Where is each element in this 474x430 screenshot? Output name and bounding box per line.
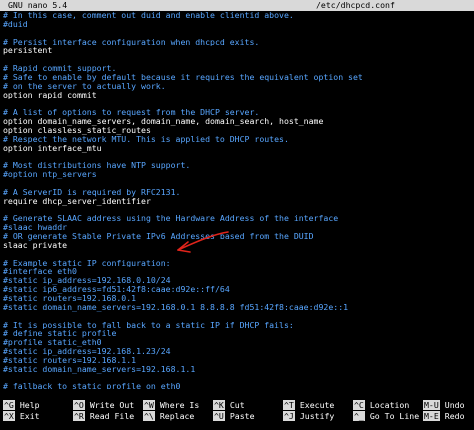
editor-line[interactable]: option interface_mtu bbox=[3, 144, 471, 153]
shortcut-execute[interactable]: ^T Execute bbox=[283, 400, 334, 410]
shortcut-label: Paste bbox=[229, 411, 255, 421]
shortcut-label: Justify bbox=[299, 411, 335, 421]
shortcut-write-out[interactable]: ^O Write Out bbox=[73, 400, 134, 410]
shortcut-label: Where Is bbox=[159, 400, 200, 410]
editor-line[interactable]: persistent bbox=[3, 46, 471, 55]
editor-line[interactable]: #static ip_address=192.168.0.10/24 bbox=[3, 276, 471, 285]
editor-line[interactable]: # Generate SLAAC address using the Hardw… bbox=[3, 214, 471, 223]
shortcut-key: ^W bbox=[143, 400, 155, 410]
shortcut-key: M-E bbox=[423, 411, 440, 421]
editor-line[interactable]: require dhcp_server_identifier bbox=[3, 197, 471, 206]
editor-text-area[interactable]: # In this case, comment out duid and ena… bbox=[3, 11, 471, 389]
editor-line[interactable]: option rapid_commit bbox=[3, 91, 471, 100]
editor-line[interactable]: # OR generate Stable Private IPv6 Addres… bbox=[3, 232, 471, 241]
shortcut-key: ^_ bbox=[353, 411, 365, 421]
shortcut-read-file[interactable]: ^R Read File bbox=[73, 411, 134, 421]
editor-line[interactable]: #static domain_name_servers=192.168.0.1 … bbox=[3, 303, 471, 312]
shortcut-undo[interactable]: M-U Undo bbox=[423, 400, 465, 410]
shortcut-key: ^O bbox=[73, 400, 85, 410]
editor-line[interactable]: # A list of options to request from the … bbox=[3, 108, 471, 117]
shortcut-exit[interactable]: ^X Exit bbox=[3, 411, 40, 421]
file-path: /etc/dhcpcd.conf bbox=[316, 0, 395, 10]
shortcut-key: ^K bbox=[213, 400, 225, 410]
editor-line[interactable]: #static routers=192.168.1.1 bbox=[3, 356, 471, 365]
editor-line[interactable]: # Persist interface configuration when d… bbox=[3, 38, 471, 47]
editor-line[interactable]: option domain_name_servers, domain_name,… bbox=[3, 117, 471, 126]
shortcut-label: Redo bbox=[444, 411, 465, 421]
shortcut-justify[interactable]: ^J Justify bbox=[283, 411, 334, 421]
shortcut-paste[interactable]: ^U Paste bbox=[213, 411, 255, 421]
shortcut-go-to-line[interactable]: ^_ Go To Line bbox=[353, 411, 419, 421]
shortcut-key: ^C bbox=[353, 400, 365, 410]
red-arrow-icon bbox=[177, 231, 229, 253]
shortcut-label: Read File bbox=[89, 411, 135, 421]
shortcut-label: Help bbox=[19, 400, 40, 410]
shortcut-replace[interactable]: ^\ Replace bbox=[143, 411, 194, 421]
shortcut-key: M-U bbox=[423, 400, 440, 410]
shortcut-cut[interactable]: ^K Cut bbox=[213, 400, 245, 410]
shortcut-key: ^X bbox=[3, 411, 15, 421]
editor-line[interactable]: # Most distributions have NTP support. bbox=[3, 161, 471, 170]
shortcut-location[interactable]: ^C Location bbox=[353, 400, 409, 410]
shortcut-where-is[interactable]: ^W Where Is bbox=[143, 400, 199, 410]
editor-line[interactable]: # on the server to actually work. bbox=[3, 82, 471, 91]
shortcut-label: Execute bbox=[299, 400, 335, 410]
shortcut-label: Undo bbox=[444, 400, 465, 410]
editor-line[interactable] bbox=[3, 312, 471, 321]
editor-line[interactable]: # define static profile bbox=[3, 329, 471, 338]
editor-line[interactable]: #slaac hwaddr bbox=[3, 223, 471, 232]
shortcut-redo[interactable]: M-E Redo bbox=[423, 411, 465, 421]
editor-line[interactable]: #profile static_eth0 bbox=[3, 338, 471, 347]
editor-line[interactable]: option classless_static_routes bbox=[3, 126, 471, 135]
editor-line[interactable]: # In this case, comment out duid and ena… bbox=[3, 11, 471, 20]
shortcut-key: ^\ bbox=[143, 411, 155, 421]
shortcut-label: Go To Line bbox=[369, 411, 420, 421]
shortcut-label: Location bbox=[369, 400, 410, 410]
shortcut-label: Replace bbox=[159, 411, 195, 421]
editor-line[interactable]: # It is possible to fall back to a stati… bbox=[3, 321, 471, 330]
shortcut-help[interactable]: ^G Help bbox=[3, 400, 40, 410]
shortcut-label: Cut bbox=[229, 400, 245, 410]
shortcut-label: Write Out bbox=[89, 400, 135, 410]
editor-line[interactable]: #duid bbox=[3, 20, 471, 29]
app-title: GNU nano 5.4 bbox=[8, 0, 68, 10]
editor-line[interactable] bbox=[3, 206, 471, 215]
editor-line[interactable]: # fallback to static profile on eth0 bbox=[3, 382, 471, 389]
shortcut-key: ^G bbox=[3, 400, 15, 410]
editor-line[interactable]: #static domain_name_servers=192.168.1.1 bbox=[3, 365, 471, 374]
editor-line[interactable]: #option ntp_servers bbox=[3, 170, 471, 179]
editor-line[interactable] bbox=[3, 99, 471, 108]
editor-line[interactable]: # Safe to enable by default because it r… bbox=[3, 73, 471, 82]
shortcut-key: ^J bbox=[283, 411, 295, 421]
title-bar: GNU nano 5.4 /etc/dhcpcd.conf bbox=[0, 0, 474, 11]
editor-line[interactable] bbox=[3, 250, 471, 259]
shortcut-bar: ^G Help ^X Exit ^O Write Out ^R Read File ^W Wher… bbox=[0, 400, 474, 430]
editor-line[interactable] bbox=[3, 29, 471, 38]
editor-line[interactable]: #static ip6_address=fd51:42f8:caae:d92e:… bbox=[3, 285, 471, 294]
editor-line[interactable] bbox=[3, 179, 471, 188]
shortcut-label: Exit bbox=[19, 411, 40, 421]
editor-line[interactable]: # Rapid commit support. bbox=[3, 64, 471, 73]
shortcut-key: ^T bbox=[283, 400, 295, 410]
editor-line[interactable]: #static ip_address=192.168.1.23/24 bbox=[3, 347, 471, 356]
editor-line[interactable]: #interface eth0 bbox=[3, 267, 471, 276]
editor-line[interactable]: slaac private bbox=[3, 241, 471, 250]
editor-line[interactable] bbox=[3, 55, 471, 64]
shortcut-key: ^R bbox=[73, 411, 85, 421]
editor-line[interactable]: # Example static IP configuration: bbox=[3, 259, 471, 268]
shortcut-key: ^U bbox=[213, 411, 225, 421]
editor-line[interactable] bbox=[3, 153, 471, 162]
editor-line[interactable]: # Respect the network MTU. This is appli… bbox=[3, 135, 471, 144]
editor-line[interactable] bbox=[3, 374, 471, 383]
editor-line[interactable]: # A ServerID is required by RFC2131. bbox=[3, 188, 471, 197]
editor-line[interactable]: #static routers=192.168.0.1 bbox=[3, 294, 471, 303]
